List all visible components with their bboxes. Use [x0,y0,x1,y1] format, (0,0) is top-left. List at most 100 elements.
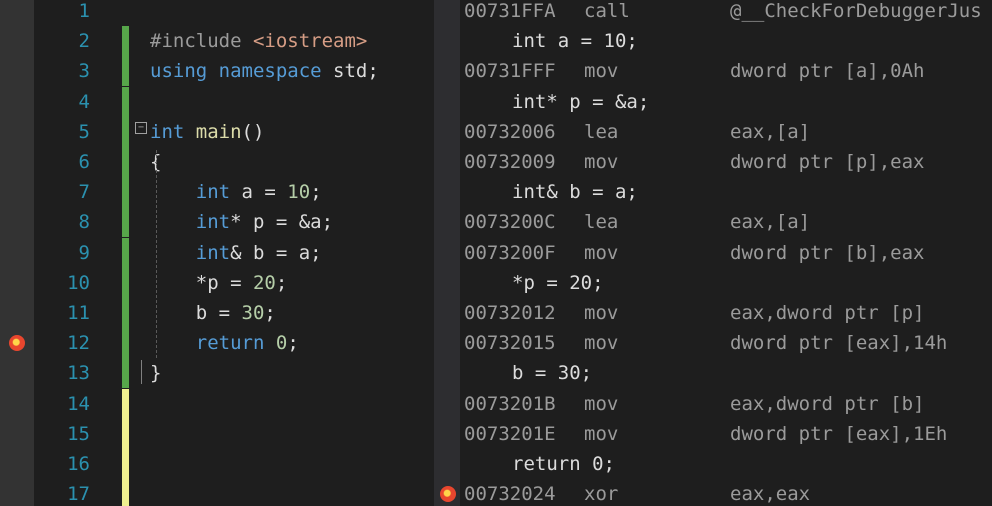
editor-line[interactable]: 15 [0,418,434,449]
code-text[interactable]: int main() [150,117,264,147]
editor-line[interactable]: 4 [0,86,434,117]
source-text: int a = 10; [512,30,638,53]
line-number: 5 [78,120,90,143]
instruction-line[interactable]: 00731FFA call @__CheckForDebuggerJus [460,0,992,26]
instruction-line[interactable]: 00731FFF mov dword ptr [a],0Ah [460,56,992,86]
instruction-line[interactable]: 00732009 mov dword ptr [p],eax [460,147,992,177]
instruction-address: 00731FFA [464,0,556,22]
editor-line[interactable]: 3 using namespace std; [0,56,434,87]
code-token: *p = [150,271,253,294]
editor-line[interactable]: 11 b = 30; [0,298,434,328]
code-token: int [150,120,185,143]
instruction-mnemonic: mov [584,332,619,355]
code-token: 30 [241,302,265,324]
instruction-mnemonic: call [584,0,630,22]
source-annotation-line[interactable]: int a = 10; [460,26,992,56]
code-token: 10 [287,181,311,204]
instruction-address: 00732024 [464,483,556,506]
code-text[interactable]: int a = 10; [150,177,322,207]
code-token: main [195,120,242,143]
source-text: return 0; [512,453,615,475]
code-text[interactable]: int* p = &a; [150,207,333,237]
code-token: int [195,211,231,234]
code-text[interactable]: #include <iostream> [150,26,367,56]
source-annotation-line[interactable]: int& b = a; [460,177,992,207]
instruction-mnemonic: mov [584,241,619,264]
instruction-line[interactable]: 00732015 mov dword ptr [eax],14h [460,328,992,358]
code-text[interactable]: using namespace std; [150,56,379,86]
code-token: int [195,241,231,264]
instruction-operands: eax,eax [730,483,811,506]
code-text[interactable]: int& b = a; [150,238,322,268]
line-number: 9 [78,241,90,264]
editor-line[interactable]: 8 int* p = &a; [0,207,434,238]
unsaved-change-marker [122,449,129,479]
code-text[interactable]: b = 30; [150,298,276,328]
editor-line[interactable]: 5 int main() [0,116,434,147]
line-number: 8 [78,211,90,234]
code-token: * p = &a; [230,211,334,234]
source-annotation-line[interactable]: *p = 20; [460,268,992,298]
instruction-mnemonic: mov [584,151,619,173]
code-token: ; [287,332,299,355]
instruction-mnemonic: mov [584,302,619,324]
line-number: 17 [67,483,90,506]
disassembly-view[interactable]: 00731FFA call @__CheckForDebuggerJus int a … [460,0,992,506]
code-token: namespace [218,60,322,83]
instruction-line[interactable]: 00732012 mov eax,dword ptr [p] [460,298,992,328]
code-text[interactable]: return 0; [150,328,299,358]
editor-line[interactable]: 9 int& b = a; [0,237,434,268]
instruction-address: 0073201B [464,392,556,415]
editor-line[interactable]: 14 [0,388,434,419]
instruction-operands: dword ptr [p],eax [730,151,925,173]
editor-line[interactable]: 10 *p = 20; [0,267,434,298]
instruction-address: 0073200F [464,241,556,264]
editor-line[interactable]: 12 return 0; [0,328,434,359]
unsaved-change-marker [122,418,129,449]
instruction-address: 00731FFF [464,60,556,83]
code-text[interactable]: *p = 20; [150,268,288,298]
editor-line[interactable]: 13} [0,358,434,389]
editor-line[interactable]: 16 [0,449,434,479]
editor-line[interactable]: 17 [0,479,434,506]
instruction-address: 00732006 [464,120,556,143]
instruction-line[interactable]: 0073201E mov dword ptr [eax],1Eh [460,419,992,449]
line-number: 7 [78,181,90,204]
code-token: #include [150,30,253,53]
saved-change-marker [122,116,129,147]
line-number: 4 [78,90,90,113]
pane-splitter[interactable] [434,0,460,506]
collapse-toggle-icon[interactable]: − [135,122,147,134]
instruction-mnemonic: lea [584,120,619,143]
line-number: 3 [78,60,90,83]
code-text[interactable]: } [150,358,161,388]
instruction-line[interactable]: 0073200F mov dword ptr [b],eax [460,238,992,268]
instruction-operands: eax,dword ptr [p] [730,302,925,324]
instruction-line[interactable]: 00732006 lea eax,[a] [460,117,992,147]
code-token: ; [275,271,288,294]
source-annotation-line[interactable]: return 0; [460,449,992,479]
instruction-line[interactable]: 0073200C lea eax,[a] [460,207,992,237]
instruction-mnemonic: mov [584,422,619,445]
source-annotation-line[interactable]: b = 30; [460,358,992,388]
instruction-line[interactable]: 0073201B mov eax,dword ptr [b] [460,389,992,419]
instruction-address: 00732015 [464,332,556,355]
code-token: & b = a; [230,241,322,264]
breakpoint-icon[interactable] [9,335,25,352]
editor-line[interactable]: 7 int a = 10; [0,177,434,208]
instruction-mnemonic: lea [584,211,619,234]
code-token: ; [310,181,322,204]
source-text: int* p = &a; [512,90,650,113]
editor-line[interactable]: 1 [0,0,434,26]
instruction-mnemonic: mov [584,392,619,415]
code-token: 0 [275,332,288,355]
saved-change-marker [122,298,129,328]
instruction-line[interactable]: 00732024 xor eax,eax [460,479,992,506]
source-editor[interactable]: 1 2 #include <iostream> 3 using namespace st… [0,0,434,506]
code-token: b = [150,302,242,324]
editor-line[interactable]: 2 #include <iostream> [0,26,434,57]
editor-line[interactable]: 6{ [0,147,434,177]
source-annotation-line[interactable]: int* p = &a; [460,87,992,117]
